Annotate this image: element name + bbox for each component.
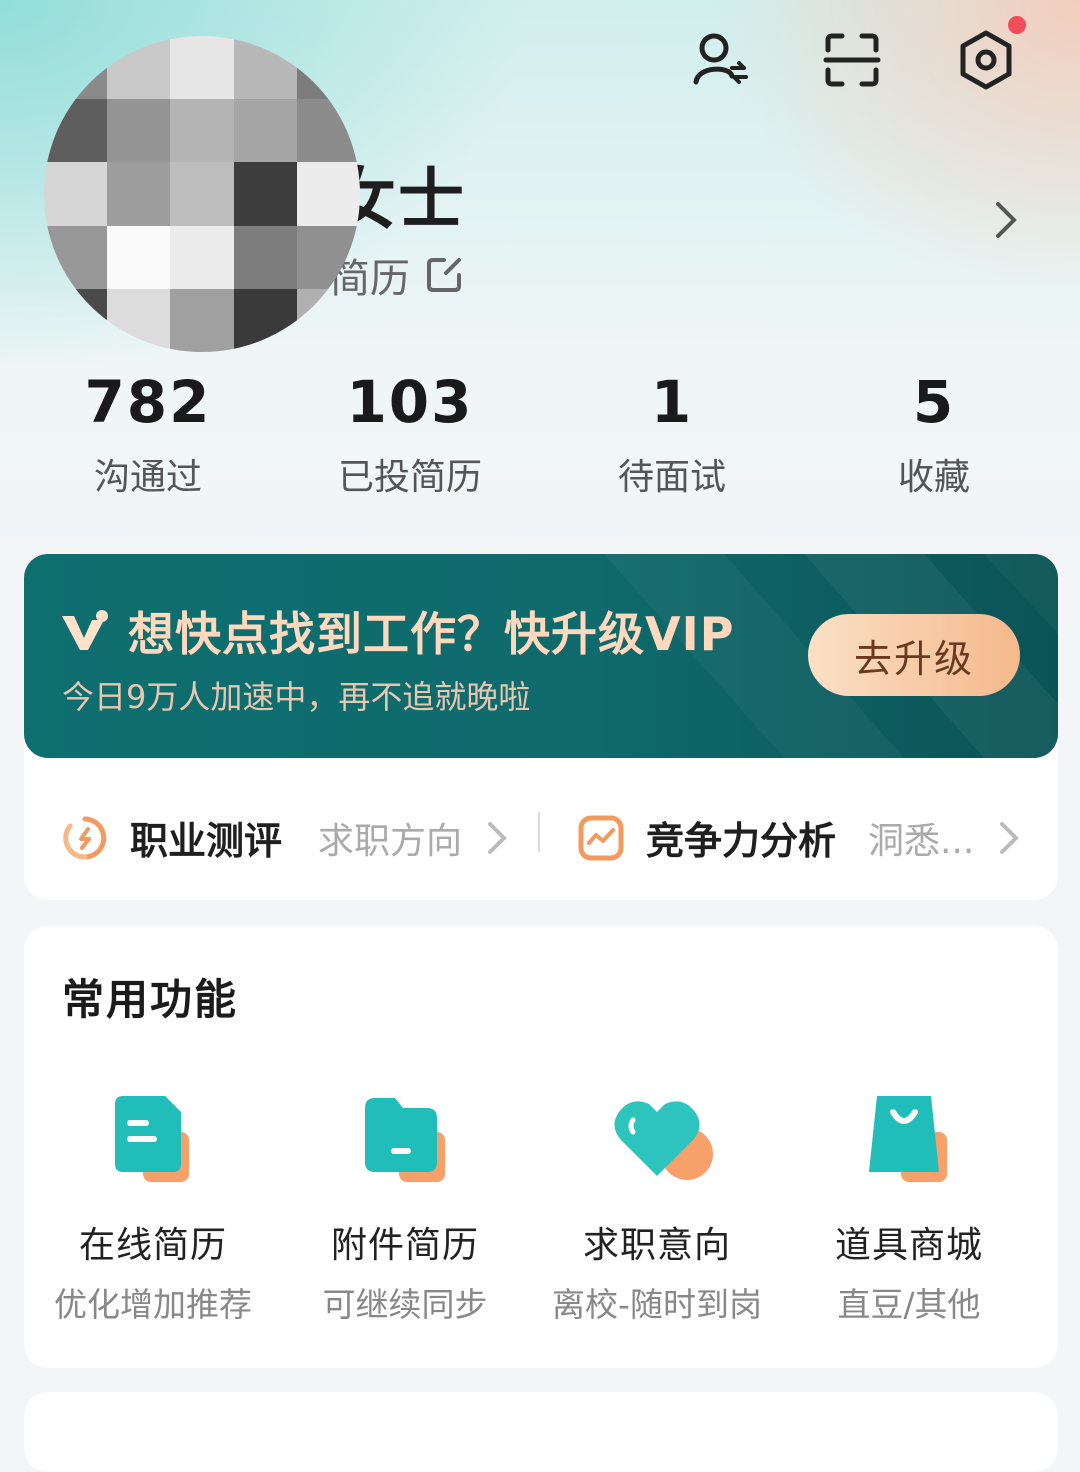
stat-favorites[interactable]: 5 收藏 [804, 362, 1064, 500]
trend-chart-icon [578, 815, 624, 860]
vip-subtitle: 今日9万人加速中，再不追就晚啦 [62, 678, 531, 716]
function-name: 在线简历 [78, 1225, 227, 1266]
settings-button[interactable] [954, 16, 1026, 92]
next-section-card [24, 1392, 1058, 1472]
career-assessment-item[interactable]: 职业测评 求职方向 [62, 810, 514, 865]
function-name: 附件简历 [330, 1225, 479, 1266]
upgrade-button[interactable]: 去升级 [808, 614, 1020, 696]
function-desc: 优化增加推荐 [54, 1285, 252, 1324]
stat-label: 已投简历 [337, 457, 482, 498]
career-assessment-icon [63, 816, 107, 860]
vip-upgrade-banner[interactable]: 想快点找到工作？快升级VIP 今日9万人加速中，再不追就晚啦 去升级 [24, 554, 1058, 758]
heart-icon [607, 1090, 713, 1190]
switch-identity-button[interactable] [688, 28, 752, 92]
stats-row: 782 沟通过 103 已投简历 1 待面试 5 收藏 [0, 362, 1080, 502]
notification-dot [1008, 16, 1026, 34]
function-name: 求职意向 [582, 1225, 731, 1266]
avatar[interactable] [44, 36, 360, 352]
function-online-resume[interactable]: 在线简历 优化增加推荐 [24, 1090, 282, 1326]
profile-chevron-right-icon[interactable] [986, 196, 1026, 248]
stat-label: 沟通过 [93, 457, 202, 498]
vip-title: 想快点找到工作？快升级VIP [128, 607, 735, 661]
stat-applied[interactable]: 103 已投简历 [280, 362, 540, 500]
function-job-intention[interactable]: 求职意向 离校-随时到岗 [528, 1090, 786, 1326]
function-desc: 直豆/其他 [837, 1285, 981, 1324]
scan-icon [823, 33, 881, 87]
career-assessment-sub: 求职方向 [318, 820, 463, 862]
chevron-right-icon [488, 821, 507, 854]
gear-icon [960, 30, 1012, 90]
stat-interviews[interactable]: 1 待面试 [542, 362, 802, 500]
online-resume-icon [103, 1090, 203, 1190]
stat-value: 5 [912, 368, 956, 436]
function-desc: 可继续同步 [322, 1285, 488, 1324]
user-switch-icon [693, 33, 748, 85]
edit-resume-link[interactable]: 简历 [330, 246, 464, 304]
career-assessment-title: 职业测评 [130, 819, 283, 863]
competitiveness-title: 竞争力分析 [646, 819, 837, 863]
vip-logo-icon [62, 610, 108, 650]
common-functions-card: 常用功能 在线简历 优化增加推荐 附件简历 可继续同步 求职意向 离校-随时到岗… [24, 926, 1058, 1368]
chevron-right-icon [1000, 821, 1020, 854]
attachment-folder-icon [355, 1090, 455, 1190]
stat-value: 103 [346, 368, 474, 436]
stat-label: 收藏 [897, 457, 970, 498]
scan-button[interactable] [820, 28, 884, 92]
stat-value: 1 [650, 368, 694, 436]
competitiveness-sub: 洞悉... [868, 820, 975, 862]
function-attachment-resume[interactable]: 附件简历 可继续同步 [276, 1090, 534, 1326]
divider [538, 812, 540, 852]
section-title: 常用功能 [62, 975, 239, 1024]
edit-icon [427, 258, 461, 292]
stat-value: 782 [84, 368, 212, 436]
stat-label: 待面试 [617, 457, 726, 498]
stat-communicated[interactable]: 782 沟通过 [18, 362, 278, 500]
function-desc: 离校-随时到岗 [552, 1285, 762, 1324]
function-name: 道具商城 [834, 1225, 983, 1266]
function-item-store[interactable]: 道具商城 直豆/其他 [780, 1090, 1038, 1326]
shopping-bag-icon [859, 1090, 959, 1190]
competitiveness-analysis-item[interactable]: 竞争力分析 洞悉... [578, 810, 1026, 865]
